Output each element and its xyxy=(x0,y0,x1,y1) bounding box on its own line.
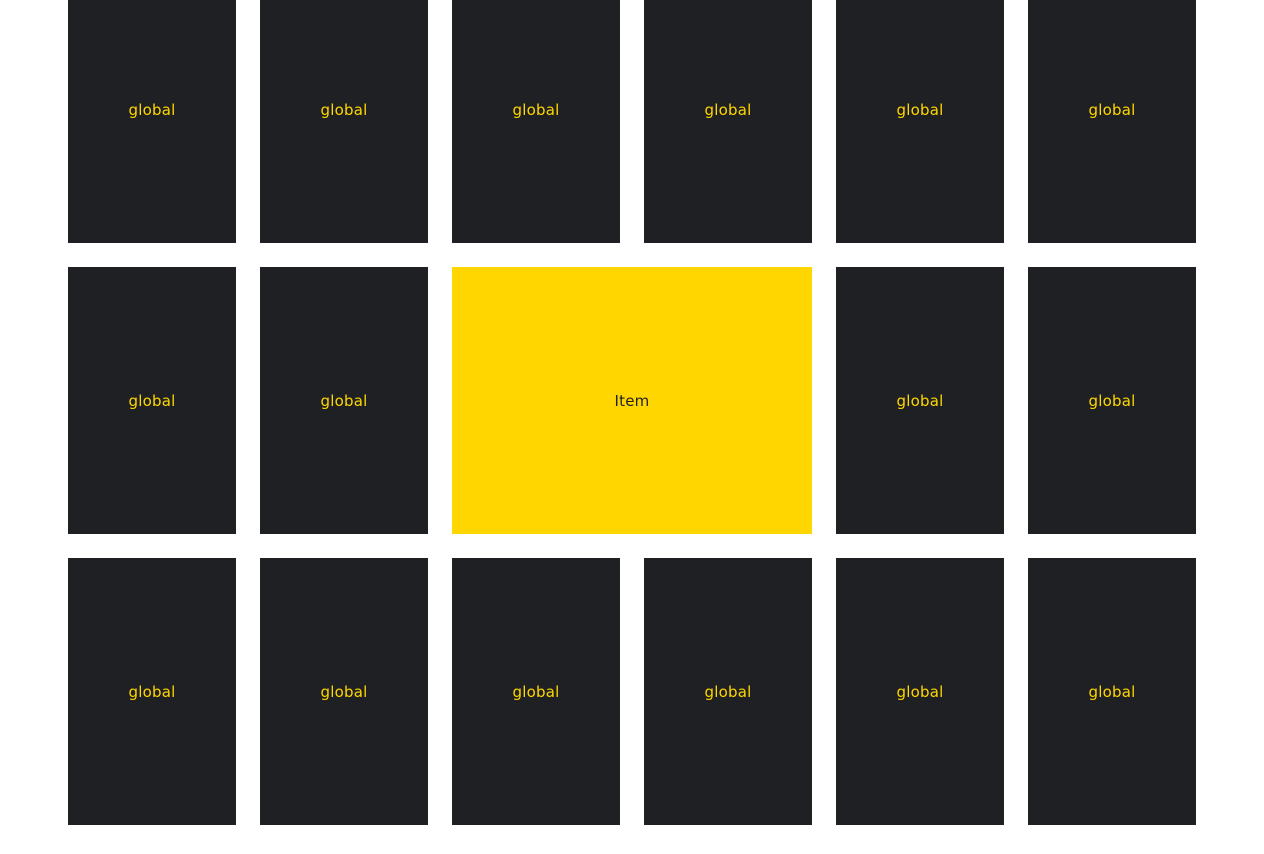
tile-label: global xyxy=(512,682,560,701)
tile-label: global xyxy=(128,391,176,410)
tile-label: global xyxy=(512,100,560,119)
grid-tile[interactable]: global xyxy=(68,267,236,534)
grid-tile[interactable]: global xyxy=(644,558,812,825)
tile-label: global xyxy=(128,682,176,701)
tile-label: global xyxy=(896,100,944,119)
featured-tile-label: Item xyxy=(614,391,650,410)
tile-label: global xyxy=(896,682,944,701)
tile-label: global xyxy=(896,391,944,410)
tile-label: global xyxy=(1088,391,1136,410)
tile-label: global xyxy=(128,100,176,119)
grid-tile[interactable]: global xyxy=(452,0,620,243)
tile-label: global xyxy=(1088,682,1136,701)
grid-tile[interactable]: global xyxy=(836,267,1004,534)
grid-tile[interactable]: global xyxy=(836,0,1004,243)
grid-tile[interactable]: global xyxy=(1028,0,1196,243)
tile-label: global xyxy=(704,682,752,701)
grid-tile[interactable]: global xyxy=(836,558,1004,825)
grid-tile[interactable]: global xyxy=(1028,558,1196,825)
tile-grid: global global global global global globa… xyxy=(68,0,1196,825)
grid-tile[interactable]: global xyxy=(68,0,236,243)
tile-label: global xyxy=(1088,100,1136,119)
grid-tile[interactable]: global xyxy=(452,558,620,825)
tile-label: global xyxy=(704,100,752,119)
featured-tile[interactable]: Item xyxy=(452,267,812,534)
grid-tile[interactable]: global xyxy=(260,267,428,534)
grid-tile[interactable]: global xyxy=(1028,267,1196,534)
grid-tile[interactable]: global xyxy=(644,0,812,243)
grid-tile[interactable]: global xyxy=(260,558,428,825)
tile-label: global xyxy=(320,100,368,119)
grid-tile[interactable]: global xyxy=(68,558,236,825)
tile-label: global xyxy=(320,682,368,701)
grid-tile[interactable]: global xyxy=(260,0,428,243)
tile-label: global xyxy=(320,391,368,410)
